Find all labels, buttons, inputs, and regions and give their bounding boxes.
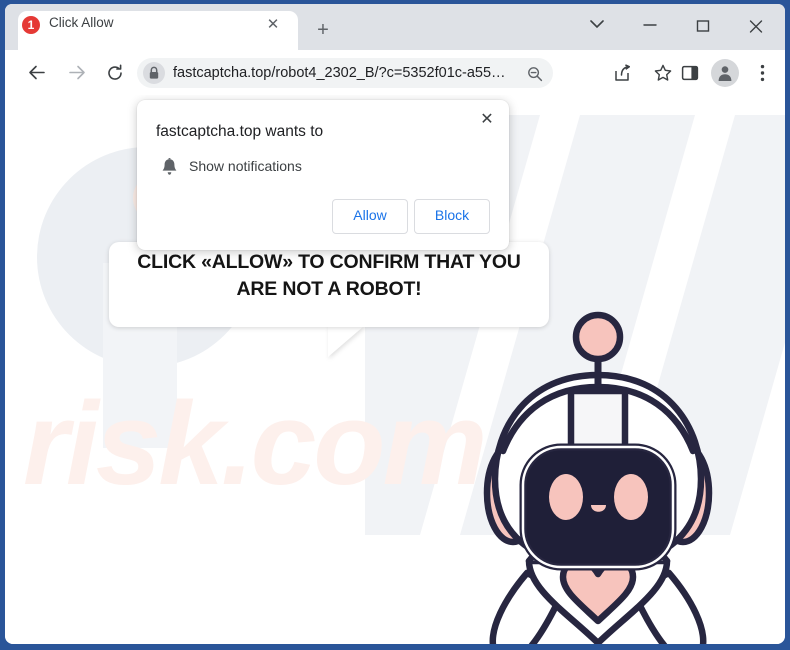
- window-minimize-icon[interactable]: [630, 10, 670, 42]
- browser-window-frame: 1 Click Allow ✕ + fastcaptcha.top/robot4…: [0, 0, 790, 650]
- new-tab-button[interactable]: +: [310, 18, 336, 44]
- bubble-line-2: ARE NOT A ROBOT!: [236, 278, 422, 300]
- bubble-line-1: CLICK «ALLOW» TO CONFIRM THAT YOU: [137, 251, 521, 273]
- tab-strip: 1 Click Allow ✕ +: [5, 4, 785, 50]
- speech-bubble-tail: [328, 326, 364, 357]
- window-maximize-icon[interactable]: [683, 10, 723, 42]
- forward-arrow-icon[interactable]: [62, 58, 92, 88]
- tab-favicon-badge: 1: [22, 16, 40, 34]
- speech-bubble: CLICK «ALLOW» TO CONFIRM THAT YOU ARE NO…: [109, 242, 549, 327]
- allow-button[interactable]: Allow: [332, 199, 408, 234]
- watermark-text: risk.com: [23, 378, 487, 510]
- reload-icon[interactable]: [100, 58, 130, 88]
- block-button[interactable]: Block: [414, 199, 490, 234]
- dialog-permission-label: Show notifications: [189, 158, 302, 174]
- speech-bubble-text: CLICK «ALLOW» TO CONFIRM THAT YOU ARE NO…: [127, 249, 531, 303]
- notification-permission-dialog: ✕ fastcaptcha.top wants to Show notifica…: [137, 100, 509, 250]
- browser-chrome: 1 Click Allow ✕ + fastcaptcha.top/robot4…: [5, 4, 785, 644]
- zoom-out-icon[interactable]: [523, 62, 547, 86]
- bookmark-star-icon[interactable]: [648, 58, 678, 88]
- page-content: risk.com CLICK «ALLOW» TO CONFIRM THAT Y…: [5, 95, 785, 644]
- dialog-title: fastcaptcha.top wants to: [156, 123, 324, 140]
- share-icon[interactable]: [607, 58, 637, 88]
- address-bar[interactable]: fastcaptcha.top/robot4_2302_B/?c=5352f01…: [137, 58, 553, 88]
- tab-title: Click Allow: [49, 15, 114, 30]
- tab-close-icon[interactable]: ✕: [263, 15, 283, 35]
- three-dot-menu-icon[interactable]: [750, 58, 774, 88]
- tab-search-chevron-down-icon[interactable]: [577, 10, 617, 42]
- window-close-icon[interactable]: [736, 10, 776, 42]
- url-text: fastcaptcha.top/robot4_2302_B/?c=5352f01…: [173, 65, 506, 81]
- side-panel-icon[interactable]: [675, 58, 705, 88]
- dialog-close-icon[interactable]: ✕: [475, 108, 499, 132]
- bell-icon: [159, 158, 179, 178]
- profile-avatar[interactable]: [711, 59, 739, 87]
- browser-toolbar: fastcaptcha.top/robot4_2302_B/?c=5352f01…: [5, 50, 785, 95]
- robot-mascot-illustration: [467, 283, 737, 644]
- back-arrow-icon[interactable]: [22, 58, 52, 88]
- lock-icon[interactable]: [143, 62, 165, 84]
